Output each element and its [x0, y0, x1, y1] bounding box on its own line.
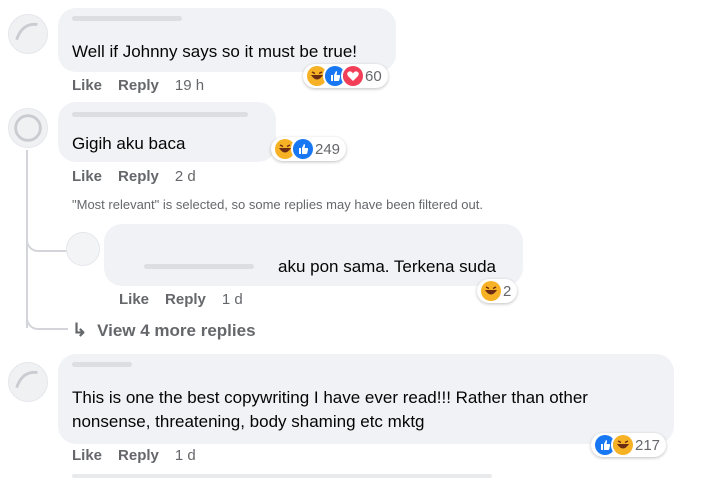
- reaction-summary[interactable]: 60: [303, 64, 388, 88]
- comment-actions: Like Reply 19 h: [72, 77, 204, 94]
- comment-actions: Like Reply 1 d: [72, 447, 196, 464]
- reaction-count: 2: [503, 282, 512, 300]
- like-button[interactable]: Like: [72, 168, 102, 185]
- like-button[interactable]: Like: [72, 77, 102, 94]
- comment-actions: Like Reply 2 d: [72, 168, 196, 185]
- comment-bubble: This is one the best copywriting I have …: [58, 354, 674, 444]
- commenter-name-blurred[interactable]: [72, 112, 248, 117]
- commenter-name-blurred[interactable]: [144, 264, 254, 269]
- view-more-replies-button[interactable]: ↳ View 4 more replies: [72, 320, 256, 341]
- filter-notice-cutoff: [72, 474, 492, 478]
- avatar[interactable]: [66, 232, 100, 266]
- like-icon: [291, 137, 315, 161]
- reaction-count: 217: [635, 436, 661, 454]
- love-icon: [341, 64, 365, 88]
- reaction-summary[interactable]: 249: [271, 137, 347, 161]
- haha-icon: [479, 279, 503, 303]
- timestamp[interactable]: 2 d: [175, 168, 196, 185]
- reply-button[interactable]: Reply: [118, 447, 159, 464]
- reply-button[interactable]: Reply: [118, 77, 159, 94]
- filter-notice: "Most relevant" is selected, so some rep…: [72, 197, 483, 212]
- reply-arrow-icon: ↳: [72, 320, 88, 340]
- reaction-count: 249: [315, 140, 341, 158]
- commenter-name-blurred[interactable]: [72, 362, 132, 367]
- reply-bubble: aku pon sama. Terkena suda: [104, 224, 523, 286]
- reply-button[interactable]: Reply: [165, 291, 206, 308]
- reaction-count: 60: [365, 67, 382, 85]
- avatar[interactable]: [8, 108, 48, 148]
- comment-bubble: Well if Johnny says so it must be true!: [58, 8, 396, 72]
- avatar[interactable]: [8, 362, 48, 402]
- reply-text: aku pon sama. Terkena suda: [278, 257, 496, 276]
- thread-branch: [26, 304, 68, 330]
- haha-icon: [611, 433, 635, 457]
- reaction-summary[interactable]: 2: [477, 279, 518, 303]
- reply-actions: Like Reply 1 d: [119, 291, 243, 308]
- thread-branch: [26, 236, 68, 252]
- timestamp[interactable]: 19 h: [175, 77, 204, 94]
- avatar[interactable]: [8, 14, 48, 54]
- comment-text: Well if Johnny says so it must be true!: [72, 42, 358, 61]
- timestamp[interactable]: 1 d: [222, 291, 243, 308]
- reaction-summary[interactable]: 217: [591, 433, 667, 457]
- view-more-label: View 4 more replies: [97, 320, 256, 340]
- commenter-name-blurred[interactable]: [72, 16, 182, 21]
- timestamp[interactable]: 1 d: [175, 447, 196, 464]
- comment-text: Gigih aku baca: [72, 134, 186, 153]
- comment-bubble: Gigih aku baca: [58, 102, 276, 162]
- like-button[interactable]: Like: [119, 291, 149, 308]
- reply-button[interactable]: Reply: [118, 168, 159, 185]
- like-button[interactable]: Like: [72, 447, 102, 464]
- comment-text: This is one the best copywriting I have …: [72, 388, 588, 431]
